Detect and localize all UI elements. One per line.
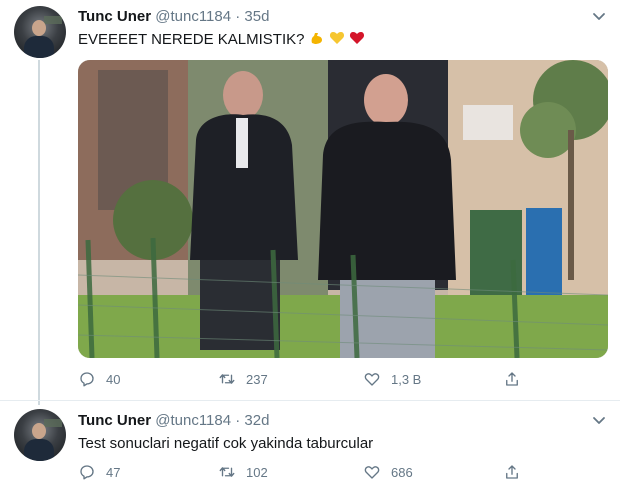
separator-dot: · (235, 8, 241, 25)
yellow-heart-icon (329, 31, 349, 48)
reply-button[interactable]: 40 (78, 370, 120, 388)
like-count: 686 (391, 464, 413, 480)
tweet-header: Tunc Uner @tunc1184 · 32d (78, 411, 269, 431)
like-button[interactable]: 686 (363, 463, 413, 481)
tweet-timestamp[interactable]: 32d (244, 412, 269, 429)
separator-dot: · (235, 412, 241, 429)
thread-line (38, 60, 40, 405)
chevron-down-icon[interactable] (592, 413, 606, 431)
tweet-actions: 40 237 1,3 B (78, 370, 548, 390)
retweet-icon (219, 374, 235, 384)
like-button[interactable]: 1,3 B (363, 370, 421, 388)
chevron-down-icon[interactable] (592, 9, 606, 27)
share-icon (506, 372, 518, 386)
tweet-text: Test sonuclari negatif cok yakinda tabur… (78, 435, 374, 452)
retweet-count: 237 (246, 371, 268, 387)
avatar[interactable] (14, 6, 66, 58)
reply-count: 47 (106, 464, 121, 480)
like-count: 1,3 B (391, 371, 422, 387)
share-button[interactable] (503, 463, 521, 481)
retweet-count: 102 (246, 464, 268, 480)
tweet-text: EVEEEET NEREDE KALMISTIK? (78, 30, 365, 50)
author-name[interactable]: Tunc Uner (78, 8, 151, 25)
reply-icon (80, 372, 94, 387)
share-button[interactable] (503, 370, 521, 388)
tweet-header: Tunc Uner @tunc1184 · 35d (78, 7, 269, 27)
retweet-button[interactable]: 237 (218, 370, 268, 388)
reply-icon (80, 465, 94, 480)
red-heart-icon (349, 31, 365, 48)
tweet-actions: 47 102 686 (78, 463, 548, 483)
heart-icon (364, 373, 380, 386)
tweet-body: EVEEEET NEREDE KALMISTIK? (78, 31, 305, 48)
reply-button[interactable]: 47 (78, 463, 120, 481)
retweet-icon (219, 467, 235, 477)
tweet-timestamp[interactable]: 35d (244, 8, 269, 25)
tweet[interactable]: Tunc Uner @tunc1184 · 32d Test sonuclari… (0, 400, 620, 485)
author-handle[interactable]: @tunc1184 (155, 412, 231, 429)
author-name[interactable]: Tunc Uner (78, 412, 151, 429)
tweet-photo[interactable] (78, 60, 608, 358)
avatar[interactable] (14, 409, 66, 461)
reply-count: 40 (106, 371, 121, 387)
retweet-button[interactable]: 102 (218, 463, 268, 481)
heart-icon (364, 466, 380, 479)
flexed-biceps-icon (309, 31, 329, 48)
tweet[interactable]: Tunc Uner @tunc1184 · 35d EVEEEET NEREDE… (0, 0, 620, 405)
author-handle[interactable]: @tunc1184 (155, 8, 231, 25)
share-icon (506, 465, 518, 479)
